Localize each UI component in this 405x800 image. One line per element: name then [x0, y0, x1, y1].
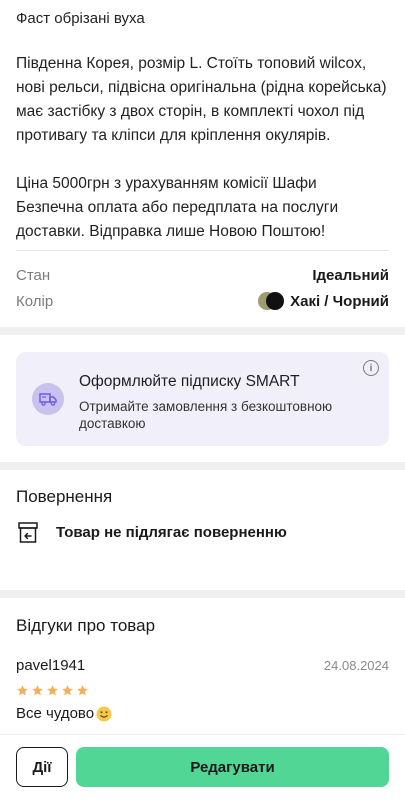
- star-icon: [77, 685, 88, 696]
- attribute-color: Колір Хакі / Чорний: [16, 290, 389, 312]
- edit-button[interactable]: Редагувати: [76, 747, 389, 787]
- smart-subscription-banner[interactable]: Оформлюйте підписку SMART Отримайте замо…: [16, 352, 389, 446]
- section-divider: [0, 462, 405, 470]
- description-line: має застібку з двох сторін, в комплекті …: [16, 103, 365, 120]
- description-line: доставки. Відправка лише Новою Поштою!: [16, 223, 326, 240]
- item-title: Фаст обрізані вуха: [16, 10, 145, 27]
- color-value: Хакі / Чорний: [258, 292, 389, 310]
- review-author[interactable]: pavel1941: [16, 657, 85, 674]
- star-icon: [17, 685, 28, 696]
- review-text: Все чудово: [16, 705, 95, 722]
- swatch-black: [266, 292, 285, 310]
- returns-title: Повернення: [16, 487, 113, 506]
- divider: [16, 250, 389, 251]
- section-divider: [0, 327, 405, 335]
- item-description: Південна Корея, розмір L. Стоїть топовий…: [16, 52, 394, 244]
- condition-label: Стан: [16, 266, 51, 284]
- description-line: противагу та кліпси для кріплення окуляр…: [16, 127, 331, 144]
- section-divider: [0, 590, 405, 598]
- bottom-action-bar: Дії Редагувати: [0, 734, 405, 800]
- review-rating: [16, 684, 89, 697]
- info-icon[interactable]: i: [363, 360, 379, 376]
- attribute-condition: Стан Ідеальний: [16, 264, 389, 286]
- smiley-emoji-icon: [96, 706, 112, 721]
- review-body: Все чудово: [16, 705, 112, 722]
- color-label: Колір: [16, 292, 54, 310]
- returns-text: Товар не підлягає поверненню: [56, 524, 287, 541]
- review-date: 24.08.2024: [323, 658, 389, 673]
- description-line: Південна Корея, розмір L. Стоїть топовий…: [16, 55, 367, 72]
- condition-value: Ідеальний: [312, 266, 389, 284]
- star-icon: [32, 685, 43, 696]
- description-line: Ціна 5000грн з урахуванням комісії Шафи: [16, 175, 317, 192]
- smart-title: Оформлюйте підписку SMART: [79, 373, 300, 390]
- color-value-text: Хакі / Чорний: [290, 292, 389, 310]
- smart-subtitle: Отримайте замовлення з безкоштовною дост…: [79, 399, 333, 431]
- return-box-icon: [18, 522, 38, 543]
- description-line: нові рельси, підвісна оригінальна (рідна…: [16, 79, 387, 96]
- truck-icon: [32, 383, 64, 415]
- actions-button[interactable]: Дії: [16, 747, 68, 787]
- color-swatch-icon: [258, 292, 285, 310]
- reviews-title: Відгуки про товар: [16, 616, 156, 635]
- star-icon: [62, 685, 73, 696]
- star-icon: [47, 685, 58, 696]
- description-line: Безпечна оплата або передплата на послуг…: [16, 199, 339, 216]
